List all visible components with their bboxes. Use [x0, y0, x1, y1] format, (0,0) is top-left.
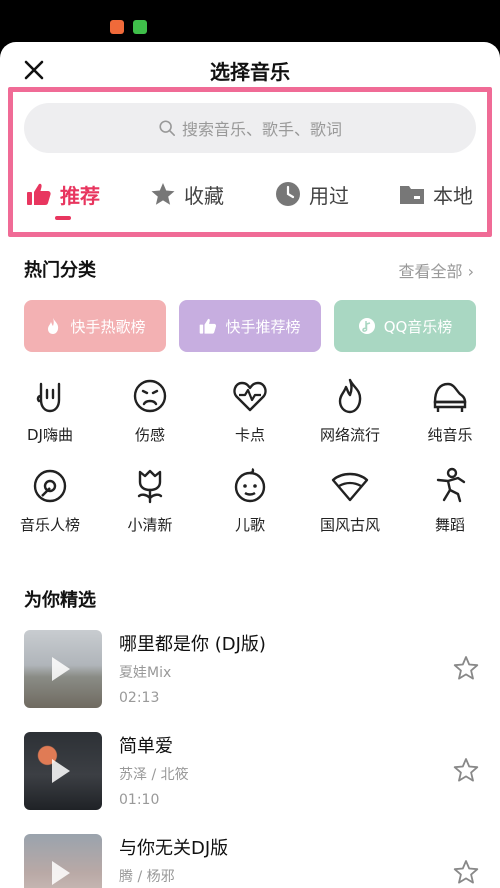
- category-label: DJ嗨曲: [27, 426, 73, 444]
- tab-label: 本地: [433, 183, 473, 208]
- category-fresh[interactable]: 小清新: [105, 466, 195, 535]
- app-notification-icon: [110, 20, 124, 34]
- song-title: 哪里都是你 (DJ版): [119, 634, 266, 655]
- search-placeholder: 搜索音乐、歌手、歌词: [181, 120, 342, 139]
- thumbs-up-icon: [200, 318, 217, 334]
- folder-icon: [400, 186, 424, 204]
- chart-label: 快手热歌榜: [70, 317, 146, 336]
- category-chinese-style[interactable]: 国风古风: [305, 466, 395, 535]
- chart-label: QQ音乐榜: [383, 317, 453, 336]
- category-beat[interactable]: 卡点: [205, 376, 295, 445]
- song-duration: 02:13: [119, 690, 160, 706]
- song-cover[interactable]: [24, 732, 102, 810]
- category-label: 舞蹈: [434, 516, 465, 534]
- category-popular[interactable]: 网络流行: [305, 376, 395, 445]
- search-input[interactable]: 搜索音乐、歌手、歌词: [24, 103, 476, 153]
- rock-hand-icon: [36, 382, 61, 413]
- tab-label: 收藏: [184, 183, 224, 208]
- play-icon[interactable]: [52, 759, 70, 783]
- star-icon[interactable]: [452, 654, 480, 682]
- category-label: 国风古风: [319, 516, 380, 534]
- status-bar: [0, 0, 500, 42]
- song-item[interactable]: 哪里都是你 (DJ版) 夏娃Mix 02:13: [24, 630, 484, 710]
- fan-icon: [331, 472, 369, 502]
- qq-music-icon: [358, 318, 375, 334]
- category-label: 纯音乐: [427, 426, 473, 444]
- tab-recommend[interactable]: 推荐: [26, 174, 100, 214]
- category-dj[interactable]: DJ嗨曲: [5, 376, 95, 445]
- view-all-label: 查看全部: [398, 262, 463, 281]
- play-icon[interactable]: [52, 657, 70, 681]
- category-children[interactable]: 儿歌: [205, 466, 295, 535]
- flame-outline-icon: [338, 378, 362, 414]
- chart-kuaishou-hot[interactable]: 快手热歌榜: [24, 300, 166, 352]
- song-cover[interactable]: [24, 834, 102, 888]
- tab-favorites[interactable]: 收藏: [150, 174, 224, 214]
- chart-qq-music[interactable]: QQ音乐榜: [334, 300, 476, 352]
- hot-categories-title: 热门分类: [24, 260, 96, 281]
- picks-title: 为你精选: [24, 590, 96, 611]
- chart-kuaishou-recommend[interactable]: 快手推荐榜: [179, 300, 321, 352]
- view-all-link[interactable]: 查看全部 ›: [398, 258, 474, 282]
- tab-label: 推荐: [60, 183, 100, 208]
- vinyl-icon: [33, 469, 67, 503]
- clock-icon: [276, 182, 300, 206]
- category-label: 网络流行: [319, 426, 380, 444]
- music-picker-sheet: 选择音乐 搜索音乐、歌手、歌词 推荐 收藏 用过 本地 热门分类 查看全部 › …: [0, 42, 500, 888]
- flame-icon: [48, 318, 59, 334]
- heartbeat-icon: [233, 381, 267, 412]
- thumbs-up-icon: [27, 183, 51, 205]
- tab-bar: 推荐 收藏 用过 本地: [0, 174, 500, 220]
- play-icon[interactable]: [52, 861, 70, 885]
- song-artist: 腾 / 杨邪: [119, 869, 175, 885]
- song-title: 简单爱: [119, 736, 173, 757]
- category-label: 小清新: [127, 516, 173, 534]
- chevron-right-icon: ›: [467, 262, 474, 281]
- song-item[interactable]: 与你无关DJ版 腾 / 杨邪: [24, 834, 484, 888]
- tab-used[interactable]: 用过: [275, 174, 349, 214]
- song-duration: 01:10: [119, 792, 160, 808]
- category-label: 儿歌: [234, 516, 265, 534]
- song-item[interactable]: 简单爱 苏泽 / 北筱 01:10: [24, 732, 484, 812]
- star-icon[interactable]: [452, 858, 480, 886]
- dancer-icon: [436, 467, 466, 503]
- category-pure-music[interactable]: 纯音乐: [405, 376, 495, 445]
- category-label: 卡点: [234, 426, 265, 444]
- song-cover[interactable]: [24, 630, 102, 708]
- tulip-icon: [137, 469, 163, 504]
- search-icon: [159, 120, 175, 137]
- category-sad[interactable]: 伤感: [105, 376, 195, 445]
- category-musician-chart[interactable]: 音乐人榜: [5, 466, 95, 535]
- star-icon[interactable]: [452, 756, 480, 784]
- star-icon: [151, 183, 175, 205]
- active-tab-indicator: [55, 216, 71, 220]
- tab-local[interactable]: 本地: [399, 174, 473, 214]
- download-notification-icon: [133, 20, 147, 34]
- song-artist: 夏娃Mix: [119, 665, 172, 681]
- child-face-icon: [234, 467, 266, 503]
- piano-icon: [433, 382, 467, 412]
- category-label: 伤感: [134, 426, 165, 444]
- song-title: 与你无关DJ版: [119, 838, 229, 859]
- tab-label: 用过: [309, 183, 349, 208]
- category-label: 音乐人榜: [19, 516, 80, 534]
- song-artist: 苏泽 / 北筱: [119, 767, 189, 783]
- page-title: 选择音乐: [210, 60, 290, 84]
- category-dance[interactable]: 舞蹈: [405, 466, 495, 535]
- sad-face-icon: [133, 379, 167, 413]
- chart-label: 快手推荐榜: [225, 317, 301, 336]
